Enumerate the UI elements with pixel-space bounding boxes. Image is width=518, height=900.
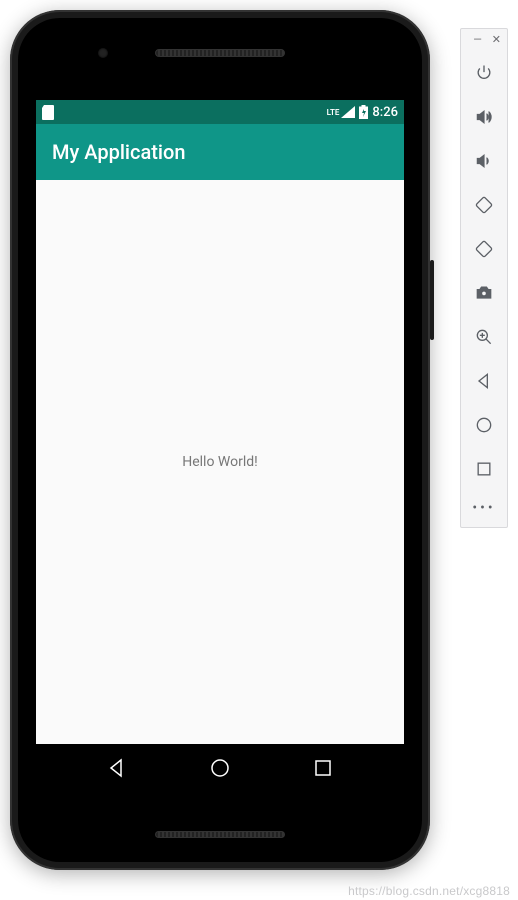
- close-button[interactable]: ✕: [492, 35, 501, 45]
- action-bar: My Application: [36, 124, 404, 180]
- zoom-icon: [474, 327, 494, 347]
- system-nav-bar: [36, 744, 404, 792]
- emu-home-button[interactable]: [464, 405, 504, 445]
- emu-rotate-left-button[interactable]: [464, 185, 504, 225]
- emu-volume-up-button[interactable]: [464, 97, 504, 137]
- sdcard-icon: [42, 105, 55, 120]
- nav-overview-button[interactable]: [311, 756, 335, 780]
- device-power-button: [430, 260, 434, 340]
- device-bottom: [18, 806, 422, 862]
- battery-icon: [359, 105, 368, 119]
- rotate-left-icon: [474, 195, 494, 215]
- emu-rotate-right-button[interactable]: [464, 229, 504, 269]
- nav-home-button[interactable]: [208, 756, 232, 780]
- watermark: https://blog.csdn.net/xcg8818: [348, 884, 510, 898]
- minimize-button[interactable]: —: [473, 35, 482, 45]
- app-title: My Application: [52, 140, 185, 164]
- emu-back-button[interactable]: [464, 361, 504, 401]
- clock: 8:26: [372, 105, 398, 120]
- volume-up-icon: [474, 107, 494, 127]
- status-bar: LTE 8:26: [36, 100, 404, 124]
- earpiece-speaker-icon: [155, 49, 285, 57]
- network-label: LTE: [327, 108, 340, 117]
- home-icon: [474, 415, 494, 435]
- overview-icon: [474, 459, 494, 479]
- emulator-toolbar: — ✕ •••: [460, 28, 508, 528]
- back-icon: [105, 756, 129, 780]
- emu-volume-down-button[interactable]: [464, 141, 504, 181]
- rotate-right-icon: [474, 239, 494, 259]
- device-earpiece: [18, 18, 422, 88]
- more-icon: •••: [472, 500, 495, 516]
- emu-overview-button[interactable]: [464, 449, 504, 489]
- content-text: Hello World!: [182, 454, 258, 470]
- nav-back-button[interactable]: [105, 756, 129, 780]
- app-content: Hello World!: [36, 180, 404, 744]
- volume-down-icon: [474, 151, 494, 171]
- camera-icon: [474, 283, 494, 303]
- status-right: LTE 8:26: [327, 105, 398, 120]
- power-icon: [474, 63, 494, 83]
- emu-zoom-button[interactable]: [464, 317, 504, 357]
- emu-more-button[interactable]: •••: [464, 491, 504, 525]
- front-camera-icon: [98, 48, 108, 58]
- emu-screenshot-button[interactable]: [464, 273, 504, 313]
- window-controls: — ✕: [461, 35, 507, 51]
- signal-icon: [341, 106, 355, 118]
- device-screen: LTE 8:26 My Application Hello World!: [36, 100, 404, 792]
- overview-icon: [311, 756, 335, 780]
- bottom-speaker-icon: [155, 831, 285, 838]
- home-icon: [208, 756, 232, 780]
- device-inner: LTE 8:26 My Application Hello World!: [18, 18, 422, 862]
- status-left: [42, 105, 55, 120]
- phone-device-frame: LTE 8:26 My Application Hello World!: [10, 10, 430, 870]
- emu-power-button[interactable]: [464, 53, 504, 93]
- back-icon: [474, 371, 494, 391]
